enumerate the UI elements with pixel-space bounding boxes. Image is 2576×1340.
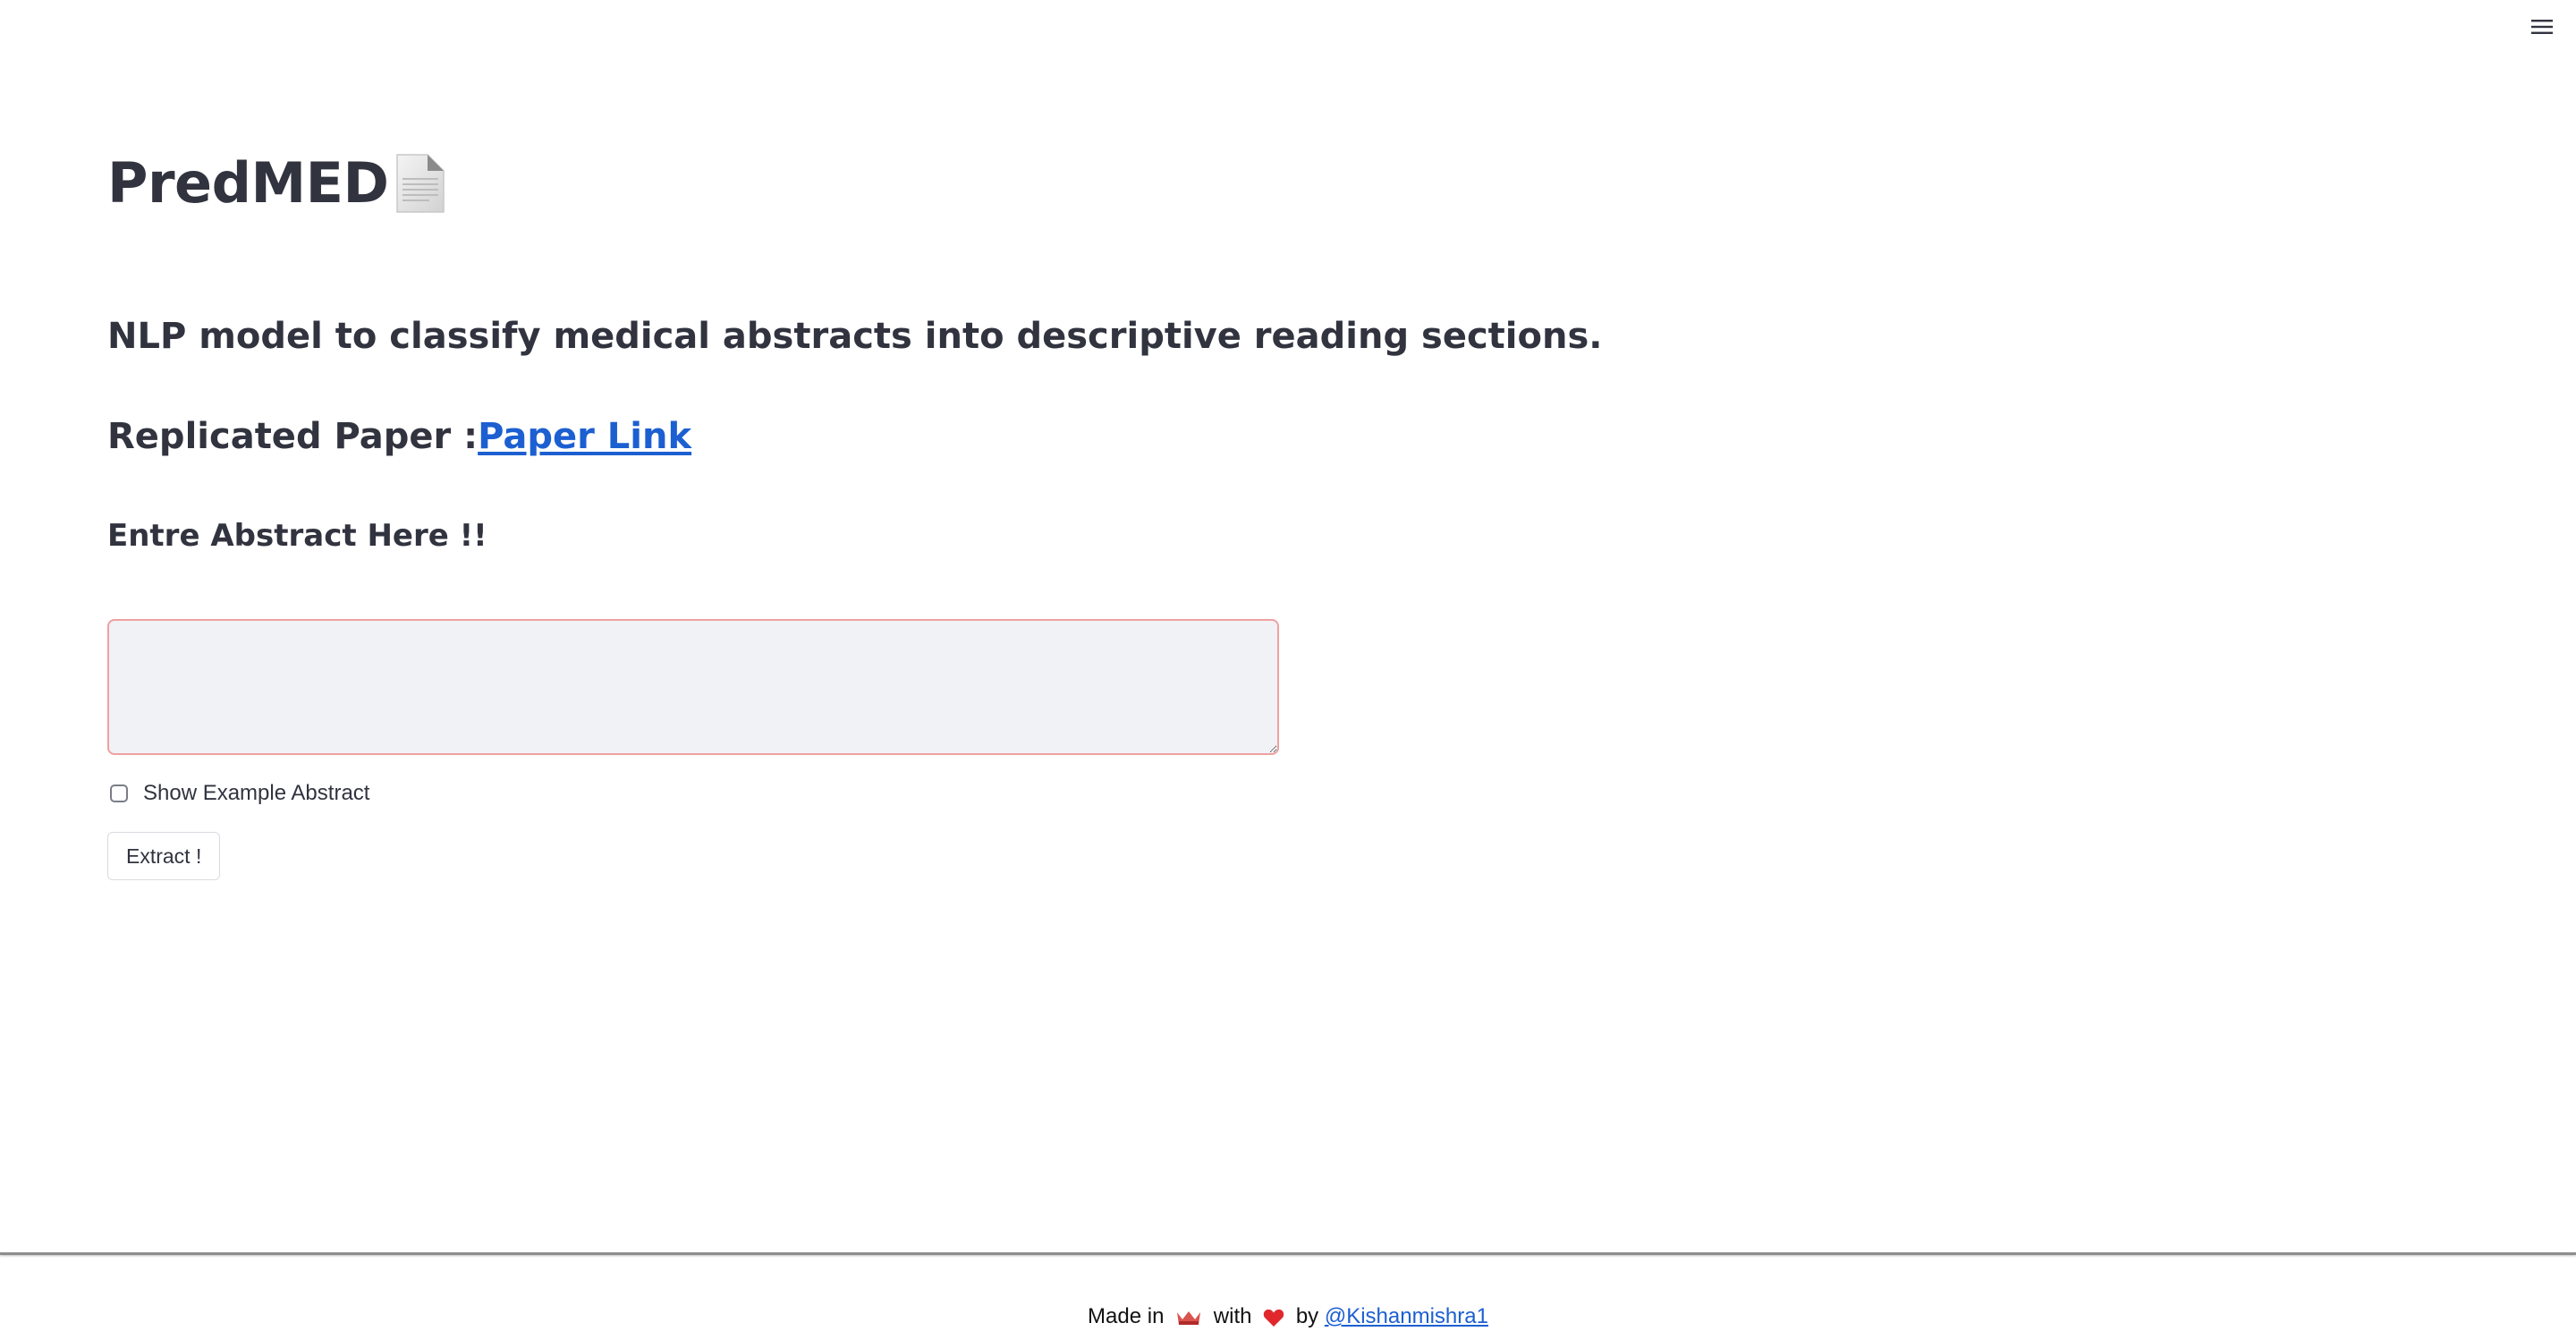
abstract-heading: Entre Abstract Here !! bbox=[107, 518, 487, 554]
footer: Made in with by @Kishanmishra1 bbox=[0, 1302, 2576, 1331]
replicated-paper-label: Replicated Paper : bbox=[107, 416, 479, 457]
main-menu-button[interactable] bbox=[2521, 9, 2563, 45]
show-example-abstract-checkbox[interactable]: Show Example Abstract bbox=[107, 778, 369, 809]
page-title-row: PredMED bbox=[107, 143, 447, 224]
replicated-paper-row: Replicated Paper :Paper Link bbox=[107, 411, 691, 462]
checkbox-label: Show Example Abstract bbox=[143, 781, 370, 805]
abstract-input[interactable] bbox=[107, 619, 1279, 755]
checkbox-box[interactable] bbox=[110, 784, 128, 802]
flag-icon bbox=[1177, 1310, 1201, 1325]
heart-icon bbox=[1263, 1309, 1284, 1327]
author-link[interactable]: @Kishanmishra1 bbox=[1325, 1304, 1488, 1328]
paper-link[interactable]: Paper Link bbox=[478, 416, 691, 457]
footer-made-in-text: Made in bbox=[1088, 1304, 1165, 1328]
document-icon bbox=[396, 154, 445, 213]
extract-button[interactable]: Extract ! bbox=[107, 832, 221, 880]
hamburger-menu-icon bbox=[2531, 20, 2553, 34]
footer-with-text: with bbox=[1213, 1304, 1252, 1328]
footer-divider bbox=[0, 1252, 2576, 1255]
footer-by-text: by bbox=[1295, 1304, 1319, 1328]
page-title: PredMED bbox=[107, 150, 389, 216]
page-subtitle: NLP model to classify medical abstracts … bbox=[107, 316, 1603, 357]
